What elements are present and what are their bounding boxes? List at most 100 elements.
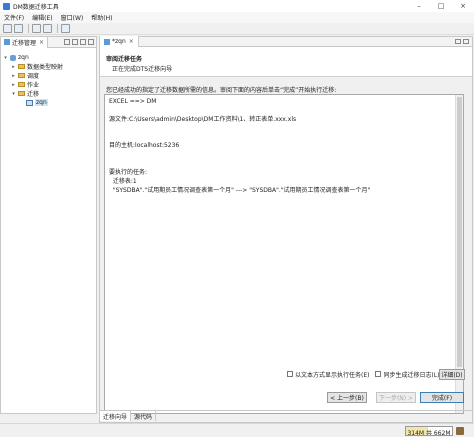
tree-node-migration[interactable]: ▾ 迁移 xyxy=(1,89,96,99)
folder-icon xyxy=(18,82,25,87)
link-editor-icon[interactable] xyxy=(80,39,86,45)
collapse-all-icon[interactable] xyxy=(72,39,78,45)
new-project-icon[interactable] xyxy=(32,24,41,33)
summary-line: "SYSDBA"."试用期员工情况调查表第一个月" ---> "SYSDBA".… xyxy=(109,186,371,194)
summary-line xyxy=(109,151,370,160)
home-icon[interactable] xyxy=(61,24,70,33)
editor-bottom-tabs: 迁移向导 源代码 xyxy=(100,410,472,421)
tree-node-label: 迁移 xyxy=(27,91,40,98)
garbage-collect-icon[interactable] xyxy=(456,427,464,435)
maximize-button[interactable]: □ xyxy=(430,0,452,12)
menu-help[interactable]: 帮助(H) xyxy=(87,13,116,22)
migration-tree: ▾ zqn ▸ 数据类型映射 ▸ 调度 ▸ 作业 ▾ 迁移 zqn xyxy=(1,48,96,107)
wizard-header: 审阅迁移任务 正在完成DTS迁移向导 xyxy=(100,47,472,77)
migration-task-icon xyxy=(26,99,33,106)
editor-tab-label: *zqn xyxy=(112,38,126,45)
tree-node-migration-task[interactable]: zqn xyxy=(1,98,96,107)
maximize-editor-icon[interactable] xyxy=(463,39,469,44)
wizard-options: 以文本方式显示执行任务(E) 同步生成迁移日志(L) xyxy=(287,369,446,379)
close-button[interactable]: × xyxy=(452,0,474,12)
vertical-scrollbar[interactable] xyxy=(455,95,463,413)
summary-line xyxy=(109,160,370,169)
migration-manager-icon xyxy=(4,39,10,45)
close-icon[interactable]: × xyxy=(129,38,134,45)
tab-source-code[interactable]: 源代码 xyxy=(131,411,157,421)
menu-edit[interactable]: 编辑(E) xyxy=(28,13,56,22)
summary-line: 源文件:C:\Users\admin\Desktop\DM工作资料\1、转正表单… xyxy=(109,115,297,123)
save-all-icon[interactable] xyxy=(14,24,23,33)
summary-line xyxy=(109,125,370,134)
close-icon[interactable]: × xyxy=(39,39,44,46)
wizard-prompt: 您已经成功的指定了迁移数据所需的信息。审阅下面的内容后单击“完成”开始执行迁移: xyxy=(106,87,337,94)
minimize-panel-icon[interactable] xyxy=(88,39,94,45)
new-icon[interactable] xyxy=(64,39,70,45)
scrollbar-thumb[interactable] xyxy=(457,97,462,367)
tab-migration-wizard[interactable]: 迁移向导 xyxy=(100,411,132,421)
text-mode-checkbox[interactable] xyxy=(287,371,293,377)
task-summary-textarea[interactable]: EXCEL ==> DM 源文件:C:\Users\admin\Desktop\D… xyxy=(104,94,464,414)
heap-status: 314M 共 662M xyxy=(405,426,453,436)
tab-editor-zqn[interactable]: *zqn × xyxy=(100,36,139,47)
tree-node-schedule[interactable]: ▸ 调度 xyxy=(1,71,96,81)
chevron-right-icon[interactable]: ▸ xyxy=(11,73,16,79)
menu-bar: 文件(F) 编辑(E) 窗口(W) 帮助(H) xyxy=(0,12,474,23)
tree-node-project[interactable]: ▾ zqn xyxy=(1,53,96,62)
run-icon[interactable] xyxy=(43,24,52,33)
toolbar-separator xyxy=(28,24,29,33)
chevron-right-icon[interactable]: ▸ xyxy=(11,82,16,88)
tab-migration-manager[interactable]: 迁移管理 × xyxy=(1,36,49,48)
summary-line: 迁移表:1 xyxy=(109,178,137,186)
text-mode-label: 以文本方式显示执行任务(E) xyxy=(295,371,370,379)
toolbar-separator xyxy=(57,24,58,33)
editor-tab-bar: *zqn × xyxy=(99,36,473,47)
panel-tools xyxy=(62,39,96,45)
summary-line: 目的主机:localhost:5236 xyxy=(109,142,180,150)
finish-button[interactable]: 完成(F) xyxy=(420,392,464,403)
sync-log-option[interactable]: 同步生成迁移日志(L) xyxy=(375,370,440,379)
tree-node-label: 数据类型映射 xyxy=(27,64,64,71)
tab-label: 迁移管理 xyxy=(12,39,37,47)
migration-manager-panel: 迁移管理 × ▾ zqn ▸ 数据类型映射 ▸ 调度 ▸ 作业 ▾ 迁移 zqn xyxy=(0,36,97,414)
window-controls: – □ × xyxy=(408,0,474,12)
tree-node-label: zqn xyxy=(35,99,48,106)
menu-file[interactable]: 文件(F) xyxy=(0,13,28,22)
tree-node-type-mapping[interactable]: ▸ 数据类型映射 xyxy=(1,62,96,72)
toolbar xyxy=(0,23,474,35)
chevron-down-icon[interactable]: ▾ xyxy=(11,91,16,97)
status-bar: 314M 共 662M xyxy=(0,423,474,437)
tree-node-label: zqn xyxy=(18,54,29,61)
menu-window[interactable]: 窗口(W) xyxy=(57,13,88,22)
summary-line: EXCEL ==> DM xyxy=(109,98,157,105)
folder-icon xyxy=(18,73,25,78)
folder-open-icon xyxy=(18,91,25,96)
editor-tools xyxy=(453,39,472,44)
back-button[interactable]: < 上一步(B) xyxy=(327,392,367,403)
minimize-button[interactable]: – xyxy=(408,0,430,12)
minimize-editor-icon[interactable] xyxy=(455,39,461,44)
wizard-subtitle: 正在完成DTS迁移向导 xyxy=(112,66,173,73)
folder-icon xyxy=(18,64,25,69)
panel-tab-bar: 迁移管理 × xyxy=(1,36,96,48)
summary-line xyxy=(109,107,370,116)
migration-wizard: 审阅迁移任务 正在完成DTS迁移向导 您已经成功的指定了迁移数据所需的信息。审阅… xyxy=(99,47,473,423)
app-icon xyxy=(3,2,10,10)
details-button[interactable]: 详细(D) xyxy=(439,369,465,380)
heap-status-text: 314M 共 662M xyxy=(407,430,451,436)
save-icon[interactable] xyxy=(3,24,12,33)
tree-node-label: 作业 xyxy=(27,82,40,89)
wizard-navigation: < 上一步(B) 下一步(N) > 完成(F) xyxy=(100,389,472,405)
database-icon xyxy=(10,54,16,61)
window-title: DM数据迁移工具 xyxy=(13,3,59,11)
tree-node-jobs[interactable]: ▸ 作业 xyxy=(1,80,96,90)
sync-log-checkbox[interactable] xyxy=(375,371,382,377)
migration-task-icon xyxy=(104,38,110,45)
title-bar: DM数据迁移工具 – □ × xyxy=(0,0,474,12)
tree-node-label: 调度 xyxy=(27,73,40,80)
task-summary-text: EXCEL ==> DM 源文件:C:\Users\admin\Desktop\D… xyxy=(109,98,370,196)
next-button[interactable]: 下一步(N) > xyxy=(376,392,416,403)
wizard-title: 审阅迁移任务 xyxy=(106,56,143,63)
text-mode-option[interactable]: 以文本方式显示执行任务(E) xyxy=(287,370,369,379)
chevron-right-icon[interactable]: ▸ xyxy=(11,64,16,70)
chevron-down-icon[interactable]: ▾ xyxy=(3,55,8,61)
summary-line: 要执行的任务: xyxy=(109,169,148,177)
